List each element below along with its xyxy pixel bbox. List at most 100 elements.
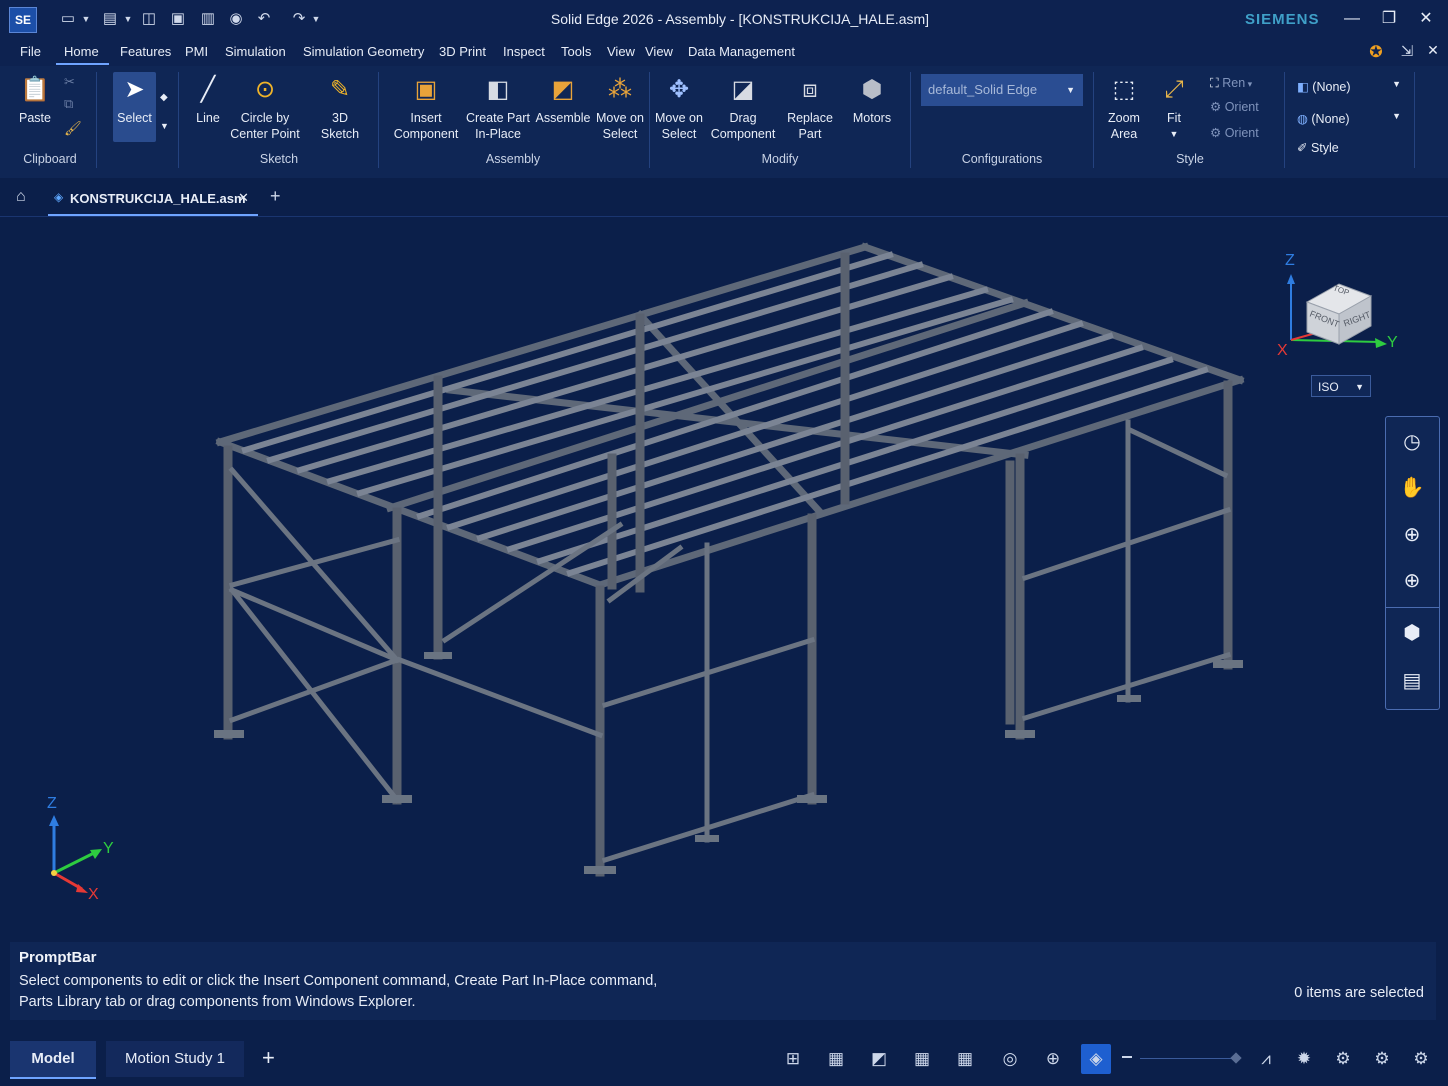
lighting-icon[interactable]: ✹ [1291,1046,1317,1072]
cut-icon[interactable]: ✂ [64,74,75,90]
pan-hand-icon[interactable]: ✋ [1396,472,1428,504]
close-doc-icon[interactable]: ✕ [1424,42,1442,62]
snap-icon[interactable]: ◎ [997,1046,1023,1072]
menu-home[interactable]: Home [64,44,99,59]
insert-component-button[interactable]: ▣ Insert Component [390,70,462,142]
zoom-area-button[interactable]: ⬚ Zoom Area [1100,70,1148,142]
selection-status: 0 items are selected [1294,985,1424,1001]
move-on-select-modify-button[interactable]: ✥ Move on Select [652,70,706,142]
zoom-in-icon[interactable]: ⊕ [1396,519,1428,551]
menu-view[interactable]: View [607,44,635,59]
chevron-down-icon: ▼ [1392,79,1401,89]
target-icon[interactable]: ⊕ [1040,1046,1066,1072]
move-components-icon: ⁂ [608,76,632,103]
ribbon: 📋 Paste ✂ ⧉ 🖌 Clipboard ➤ Select ◆ ▼ ╱ L… [0,66,1448,179]
format-painter-icon[interactable]: 🖌 [64,120,82,137]
add-tab-button[interactable]: + [270,186,281,207]
restore-button[interactable]: ❐ [1373,6,1405,32]
face-style-select[interactable]: ◧ (None) ▼ [1297,79,1407,94]
circle-icon: ⊙ [254,76,276,103]
orient-icon: ⚙ [1210,100,1225,114]
3d-viewport[interactable] [0,217,1448,942]
menu-bar: File Home Features PMI Simulation Simula… [0,38,1448,66]
orient-icon: ⚙ [1210,126,1225,140]
view-cube-icon[interactable]: ⬢ [1396,617,1428,649]
3d-sketch-button[interactable]: ✎ 3D Sketch [314,70,366,142]
style-button[interactable]: ✐ Style [1297,140,1339,155]
separator [1093,72,1094,168]
menu-3d-print[interactable]: 3D Print [439,44,486,59]
chevron-down-icon: ▼ [1392,111,1401,121]
table-icon[interactable]: ▦ [909,1046,935,1072]
move-icon: ✥ [668,76,690,103]
menu-simulation[interactable]: Simulation [225,44,286,59]
menu-simulation-geometry[interactable]: Simulation Geometry [303,44,424,59]
view-orientation-select[interactable]: ISO ▼ [1311,375,1371,397]
shaded-view-icon[interactable]: ◈ [1081,1044,1111,1074]
home-icon[interactable]: ⌂ [16,188,26,206]
configuration-select[interactable]: default_Solid Edge ▼ [921,74,1083,106]
close-button[interactable]: ✕ [1410,6,1442,32]
fly-icon[interactable]: ⩘ [1253,1046,1279,1072]
menu-view-2[interactable]: View [645,44,673,59]
zoom-icon[interactable]: ⊕ [1396,565,1428,597]
navigation-cube[interactable]: TOP FRONT RIGHT Z X Y [1275,252,1405,362]
group-label-modify: Modify [761,152,799,166]
orient-button-1[interactable]: ⚙ Orient [1210,99,1259,114]
menu-pmi[interactable]: PMI [185,44,208,59]
divider [1386,607,1439,608]
menu-data-management[interactable]: Data Management [688,44,795,59]
add-study-button[interactable]: + [262,1045,275,1071]
history-icon[interactable]: ◷ [1396,426,1428,458]
menu-inspect[interactable]: Inspect [503,44,545,59]
view-style-select[interactable]: ◍ (None) ▼ [1297,111,1407,126]
drag-component-button[interactable]: ◪ Drag Component [706,70,780,142]
tab-model[interactable]: Model [10,1041,96,1079]
assemble-button[interactable]: ◩ Assemble [534,70,592,126]
motor-icon: ⬢ [861,76,883,103]
layout-2x2-icon[interactable]: ⊞ [780,1046,806,1072]
menu-tools[interactable]: Tools [561,44,591,59]
settings-icon[interactable]: ⚙ [1408,1046,1434,1072]
chevron-down-icon[interactable]: ▼ [160,121,169,131]
paste-button[interactable]: 📋 Paste [12,70,58,126]
move-on-select-button[interactable]: ⁂ Move on Select [592,70,648,142]
line-button[interactable]: ╱ Line [187,70,229,126]
render-settings-icon[interactable]: ⚙ [1330,1046,1356,1072]
grid-icon[interactable]: ▦ [823,1046,849,1072]
create-part-in-place-button[interactable]: ◧ Create Part In-Place [462,70,534,142]
separator [378,72,379,168]
replace-part-button[interactable]: ⧈ Replace Part [782,70,838,142]
menu-file[interactable]: File [20,44,41,59]
view-settings-icon[interactable]: ⚙ [1369,1046,1395,1072]
zoom-slider[interactable] [1140,1058,1238,1059]
fit-button[interactable]: ⤢ Fit ▼ [1154,70,1194,142]
panel-icon[interactable]: ▤ [1396,665,1428,697]
arrow-pointer-icon: ➤ [124,76,145,103]
chevron-down-icon: ▼ [1355,382,1364,392]
tab-motion-study-1[interactable]: Motion Study 1 [106,1041,244,1077]
collapse-icon[interactable]: ⇲ [1397,42,1417,62]
motors-button[interactable]: ⬢ Motors [846,70,898,126]
steel-frame-model [214,242,1245,877]
selection-mode-icon[interactable]: ◆ [160,92,168,103]
minimize-button[interactable]: — [1336,6,1368,32]
circle-by-center-point-button[interactable]: ⊙ Circle by Center Point [228,70,302,142]
render-mode-button[interactable]: ⛶ Ren ▾ [1210,76,1252,91]
drag-component-icon: ◪ [731,76,755,103]
sketch-view-icon[interactable]: ◩ [866,1046,892,1072]
select-label-wrap[interactable]: ➤ Select [113,70,156,126]
menu-features[interactable]: Features [120,44,171,59]
3d-sketch-icon: ✎ [329,76,351,103]
zoom-minus-icon[interactable] [1122,1056,1132,1058]
copy-icon[interactable]: ⧉ [64,96,73,112]
help-icon[interactable]: ✪ [1366,42,1386,62]
document-tab[interactable]: ◈ KONSTRUKCIJA_HALE.asm ✕ [48,182,258,216]
fit-icon: ⤢ [1164,76,1184,103]
orient-button-2[interactable]: ⚙ Orient [1210,125,1259,140]
close-tab-icon[interactable]: ✕ [238,190,249,206]
grid-settings-icon[interactable]: ▦ [952,1046,978,1072]
separator [1414,72,1415,168]
create-part-icon: ◧ [486,76,510,103]
separator [1284,72,1285,168]
